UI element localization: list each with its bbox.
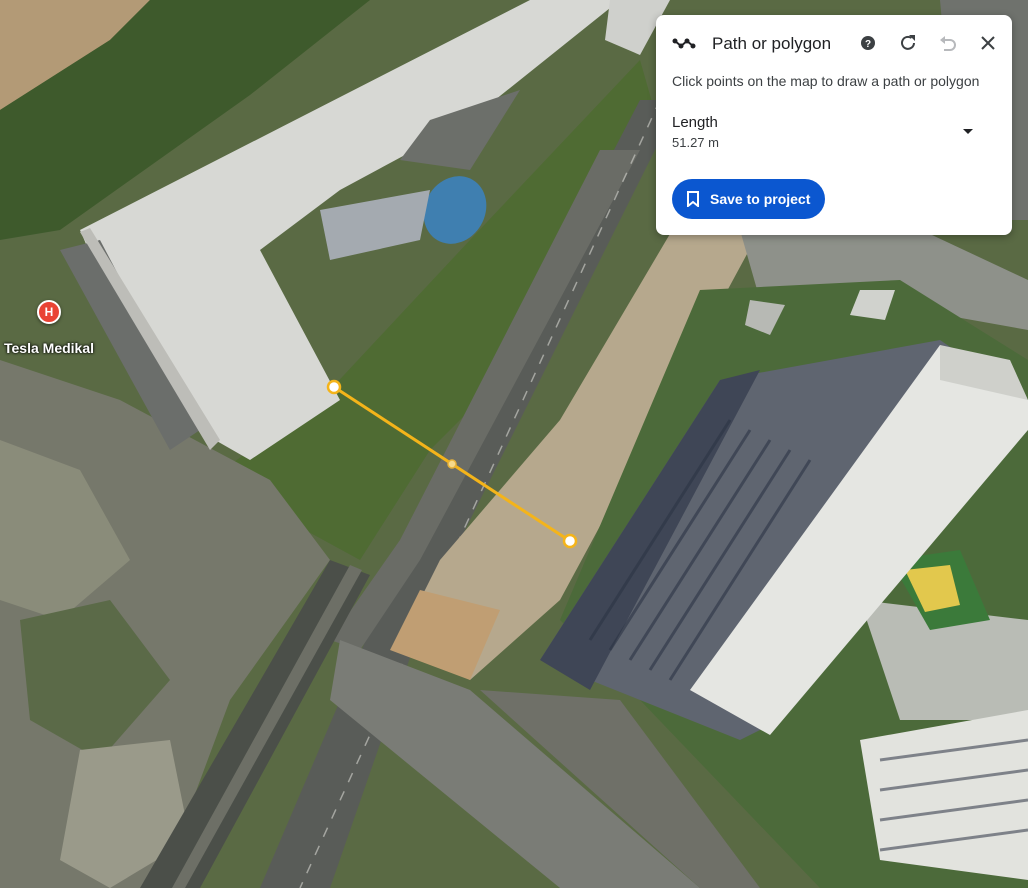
- svg-text:?: ?: [865, 39, 871, 50]
- measurement-point-start: [326, 379, 342, 395]
- hospital-pin-icon[interactable]: H: [37, 300, 61, 324]
- instructions-text: Click points on the map to draw a path o…: [672, 73, 980, 89]
- measurement-point-mid: [447, 459, 457, 469]
- measure-panel: Path or polygon ? Click points on the ma…: [656, 15, 1012, 235]
- measurement-point-end: [562, 533, 578, 549]
- save-to-project-button[interactable]: Save to project: [672, 179, 825, 219]
- poi-label-tesla-medikal[interactable]: Tesla Medikal: [4, 340, 94, 356]
- undo-icon[interactable]: [936, 31, 960, 55]
- close-icon[interactable]: [976, 31, 1000, 55]
- caret-down-icon[interactable]: [958, 121, 978, 141]
- save-button-label: Save to project: [710, 191, 811, 207]
- bookmark-icon: [686, 191, 700, 209]
- help-icon[interactable]: ?: [856, 31, 880, 55]
- panel-header: Path or polygon ?: [656, 15, 1012, 71]
- path-icon: [672, 33, 696, 53]
- redo-icon[interactable]: [896, 31, 920, 55]
- measurement-label: Length: [672, 114, 718, 131]
- measurement-value: 51.27 m: [672, 135, 719, 150]
- panel-title: Path or polygon: [712, 34, 832, 53]
